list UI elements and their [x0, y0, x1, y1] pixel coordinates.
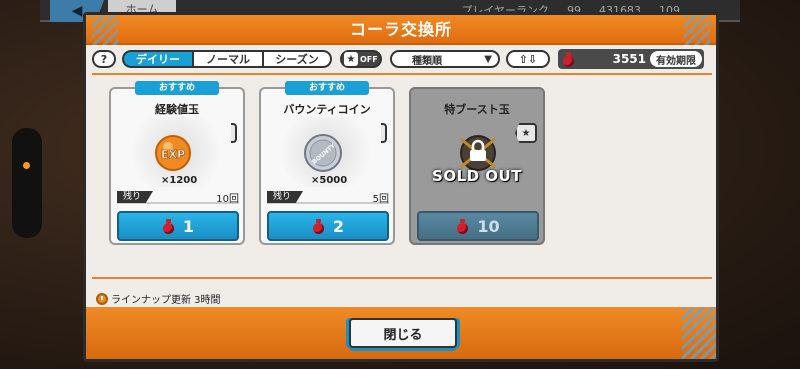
clock-icon — [96, 292, 108, 305]
lineup-update-info: ラインナップ更新 3時間 — [96, 291, 221, 306]
remaining-row: 残り 5回 — [267, 191, 389, 205]
toolbar: ? デイリー ノーマル シーズン ★ OFF 種類順 ▼ ⇧⇩ 3551 有効期… — [92, 49, 712, 69]
toggle-state-label: OFF — [360, 54, 378, 64]
remaining-label: 残り — [117, 191, 154, 203]
item-card-bounty[interactable]: おすすめ バウンティコイン ★ BOUNTY ×5000 残り 5回 2 — [259, 81, 395, 245]
remaining-count: 5回 — [372, 193, 389, 205]
cola-exchange-modal: コーラ交換所 ? デイリー ノーマル シーズン ★ OFF 種類順 ▼ ⇧⇩ 3… — [83, 12, 719, 362]
exp-label: EXP — [161, 148, 185, 161]
sort-select[interactable]: 種類順 ▼ — [390, 50, 500, 68]
sort-arrows-icon: ⇧⇩ — [518, 52, 538, 66]
recommended-badge: おすすめ — [285, 81, 369, 95]
chevron-down-icon: ▼ — [484, 53, 492, 65]
tab-normal[interactable]: ノーマル — [192, 50, 264, 68]
decor-stripes — [684, 15, 710, 45]
notification-dot-icon — [23, 162, 30, 169]
item-card-exp[interactable]: おすすめ 経験値玉 ★ EXP ×1200 残り 10回 1 — [109, 81, 245, 245]
item-name: バウンティコイン — [283, 103, 371, 116]
buy-button[interactable]: 2 — [267, 211, 389, 241]
tab-season[interactable]: シーズン — [262, 50, 332, 68]
buy-button: 10 — [417, 211, 539, 241]
tab-daily[interactable]: デイリー — [122, 50, 194, 68]
buy-button[interactable]: 1 — [117, 211, 239, 241]
divider — [92, 277, 712, 279]
item-card-boost[interactable]: 特ブースト玉 ★ SOLD OUT 10 — [409, 87, 545, 245]
item-quantity: ×5000 — [311, 175, 348, 186]
price-label: 1 — [182, 216, 195, 236]
sort-select-value: 種類順 — [412, 55, 442, 67]
expiry-button[interactable]: 有効期限 — [650, 51, 702, 67]
divider — [92, 73, 712, 75]
remaining-row: 残り 10回 — [117, 191, 239, 205]
decor-stripes — [92, 15, 118, 45]
back-arrow-icon: ◀ — [71, 3, 83, 19]
decor-stripes — [682, 307, 716, 359]
star-icon: ★ — [344, 52, 358, 66]
item-name: 経験値玉 — [155, 103, 199, 116]
lock-icon — [470, 139, 486, 161]
lineup-update-text: ラインナップ更新 3時間 — [111, 295, 221, 306]
recommended-badge: おすすめ — [135, 81, 219, 95]
tab-group: デイリー ノーマル シーズン — [122, 50, 332, 68]
remaining-count: 10回 — [216, 193, 239, 205]
side-menu-handle[interactable] — [12, 128, 42, 238]
item-quantity: ×1200 — [161, 175, 198, 186]
cola-amount: 3551 — [612, 52, 646, 66]
remaining-label: 残り — [267, 191, 304, 203]
close-button[interactable]: 閉じる — [349, 318, 457, 348]
cola-icon — [162, 218, 175, 234]
cola-icon — [456, 218, 469, 234]
item-name: 特ブースト玉 — [444, 103, 510, 116]
favorite-filter-toggle[interactable]: ★ OFF — [340, 50, 382, 68]
help-button[interactable]: ? — [92, 50, 116, 68]
cola-currency-display: 3551 有効期限 — [558, 49, 704, 69]
sort-direction-button[interactable]: ⇧⇩ — [506, 50, 550, 68]
modal-title: コーラ交換所 — [86, 15, 716, 45]
cola-icon — [562, 51, 575, 67]
price-label: 10 — [477, 216, 500, 236]
price-label: 2 — [332, 216, 345, 236]
cola-icon — [312, 218, 325, 234]
sold-out-label: SOLD OUT — [432, 167, 522, 185]
